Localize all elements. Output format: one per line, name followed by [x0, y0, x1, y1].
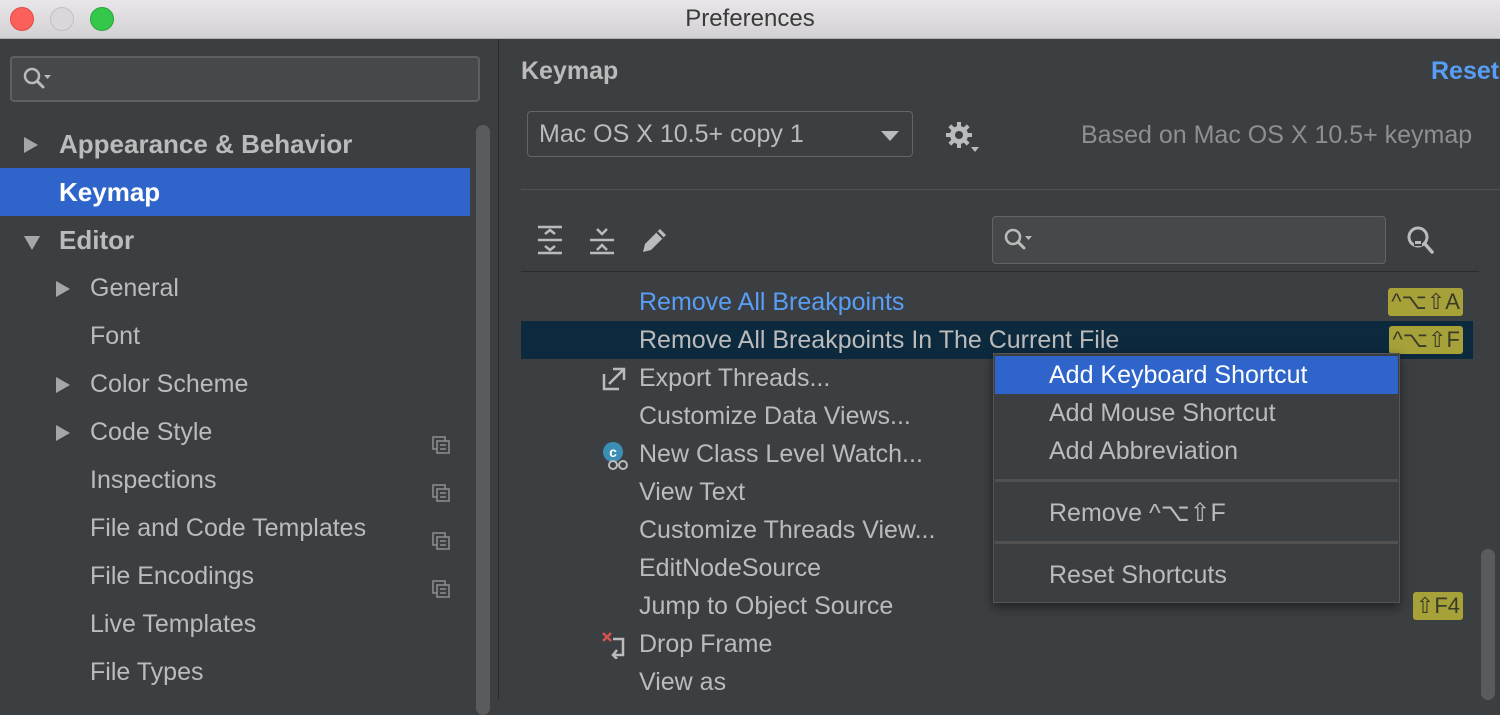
- menu-item-label: Add Abbreviation: [1049, 437, 1239, 465]
- sidebar-item-color-scheme[interactable]: Color Scheme: [0, 360, 470, 408]
- menu-item-label: Remove ^⌥⇧F: [1049, 499, 1226, 527]
- context-menu: Add Keyboard Shortcut Add Mouse Shortcut A…: [993, 353, 1400, 603]
- sidebar-item-label: File Types: [90, 658, 204, 686]
- action-label: EditNodeSource: [639, 554, 822, 582]
- action-search-input[interactable]: [992, 216, 1386, 264]
- sidebar-item-file-and-code-templates[interactable]: File and Code Templates: [0, 504, 470, 552]
- sidebar-item-label: Font: [90, 322, 141, 350]
- sidebar-item-font[interactable]: Font: [0, 312, 470, 360]
- collapsed-arrow-icon[interactable]: [56, 281, 70, 297]
- sidebar-scrollbar[interactable]: [476, 125, 490, 715]
- action-label: Customize Data Views...: [639, 402, 911, 430]
- menu-item-label: Reset Shortcuts: [1049, 561, 1227, 589]
- action-label: Drop Frame: [639, 630, 773, 658]
- menu-item-remove-f[interactable]: Remove ^⌥⇧F: [995, 494, 1398, 532]
- action-list-scrollbar[interactable]: [1481, 549, 1495, 700]
- action-label: Jump to Object Source: [639, 592, 894, 620]
- chevron-down-icon: [881, 131, 899, 141]
- sidebar-item-label: General: [90, 274, 179, 302]
- menu-item-add-keyboard-shortcut[interactable]: Add Keyboard Shortcut: [995, 356, 1398, 394]
- pencil-icon[interactable]: [640, 225, 670, 260]
- gear-icon[interactable]: [945, 121, 981, 160]
- divider: [521, 189, 1500, 190]
- menu-item-reset-shortcuts[interactable]: Reset Shortcuts: [995, 556, 1398, 594]
- based-on-label: Based on Mac OS X 10.5+ keymap: [1081, 121, 1473, 149]
- action-label: Customize Threads View...: [639, 516, 936, 544]
- sidebar-item-keymap[interactable]: Keymap: [0, 168, 470, 216]
- sidebar-item-label: File Encodings: [90, 562, 254, 590]
- sidebar-item-appearance-behavior[interactable]: Appearance & Behavior: [0, 120, 470, 168]
- search-icon: [22, 66, 52, 92]
- page-title: Keymap: [521, 57, 619, 85]
- collapsed-arrow-icon[interactable]: [24, 137, 38, 153]
- sidebar-item-file-encodings[interactable]: File Encodings: [0, 552, 470, 600]
- sidebar-item-label: Live Templates: [90, 610, 257, 638]
- shortcut-badge: ^⌥⇧A: [1388, 288, 1463, 316]
- sidebar-item-label: Inspections: [90, 466, 217, 494]
- find-by-shortcut-icon[interactable]: [1405, 225, 1439, 260]
- sidebar-item-label: Appearance & Behavior: [59, 129, 353, 159]
- sidebar-item-editor[interactable]: Editor: [0, 216, 470, 264]
- action-label: View as: [639, 668, 727, 696]
- action-row-remove-all-breakpoints[interactable]: Remove All Breakpoints ^⌥⇧A: [521, 283, 1473, 321]
- action-label: Remove All Breakpoints: [639, 288, 905, 316]
- shortcut-badge: ⇧F4: [1412, 592, 1463, 620]
- action-label: New Class Level Watch...: [639, 440, 923, 468]
- window-title: Preferences: [685, 5, 815, 32]
- action-label: View Text: [639, 478, 746, 506]
- menu-item-label: Add Mouse Shortcut: [1049, 399, 1276, 427]
- settings-sidebar: Appearance & Behavior Keymap Editor General…: [0, 39, 499, 715]
- menu-item-label: Add Keyboard Shortcut: [1049, 361, 1308, 389]
- keymap-select-value: Mac OS X 10.5+ copy 1: [539, 120, 804, 148]
- shortcut-badge: ^⌥⇧F: [1389, 326, 1463, 354]
- svg-text:c: c: [609, 444, 617, 460]
- partial-row: [639, 272, 646, 279]
- menu-separator: [995, 541, 1398, 544]
- sidebar-item-label: Code Style: [90, 418, 213, 446]
- collapse-all-icon[interactable]: [588, 225, 616, 260]
- reset-link[interactable]: Reset: [1431, 57, 1499, 86]
- sidebar-item-code-style[interactable]: Code Style: [0, 408, 470, 456]
- settings-search-input[interactable]: [10, 56, 480, 102]
- sidebar-item-general[interactable]: General: [0, 264, 470, 312]
- sidebar-item-live-templates[interactable]: Live Templates: [0, 600, 470, 648]
- action-row-view-as[interactable]: View as: [521, 663, 1473, 701]
- menu-item-add-mouse-shortcut[interactable]: Add Mouse Shortcut: [995, 394, 1398, 432]
- sidebar-item-label: Color Scheme: [90, 370, 249, 398]
- menu-separator: [995, 479, 1398, 482]
- expanded-arrow-icon[interactable]: [24, 236, 40, 250]
- search-icon: [1003, 227, 1033, 253]
- menu-item-add-abbreviation[interactable]: Add Abbreviation: [995, 432, 1398, 470]
- action-row-drop-frame[interactable]: Drop Frame: [521, 625, 1473, 663]
- sidebar-item-label: Keymap: [59, 177, 161, 207]
- sidebar-item-file-types[interactable]: File Types: [0, 648, 470, 696]
- action-label: Export Threads...: [639, 364, 831, 392]
- collapsed-arrow-icon[interactable]: [56, 425, 70, 441]
- keymap-select[interactable]: Mac OS X 10.5+ copy 1: [527, 111, 913, 157]
- collapsed-arrow-icon[interactable]: [56, 377, 70, 393]
- title-bar: Preferences: [0, 0, 1500, 39]
- sidebar-item-inspections[interactable]: Inspections: [0, 456, 470, 504]
- sidebar-item-label: Editor: [59, 225, 135, 255]
- expand-all-icon[interactable]: [536, 225, 564, 260]
- sidebar-item-label: File and Code Templates: [90, 514, 367, 542]
